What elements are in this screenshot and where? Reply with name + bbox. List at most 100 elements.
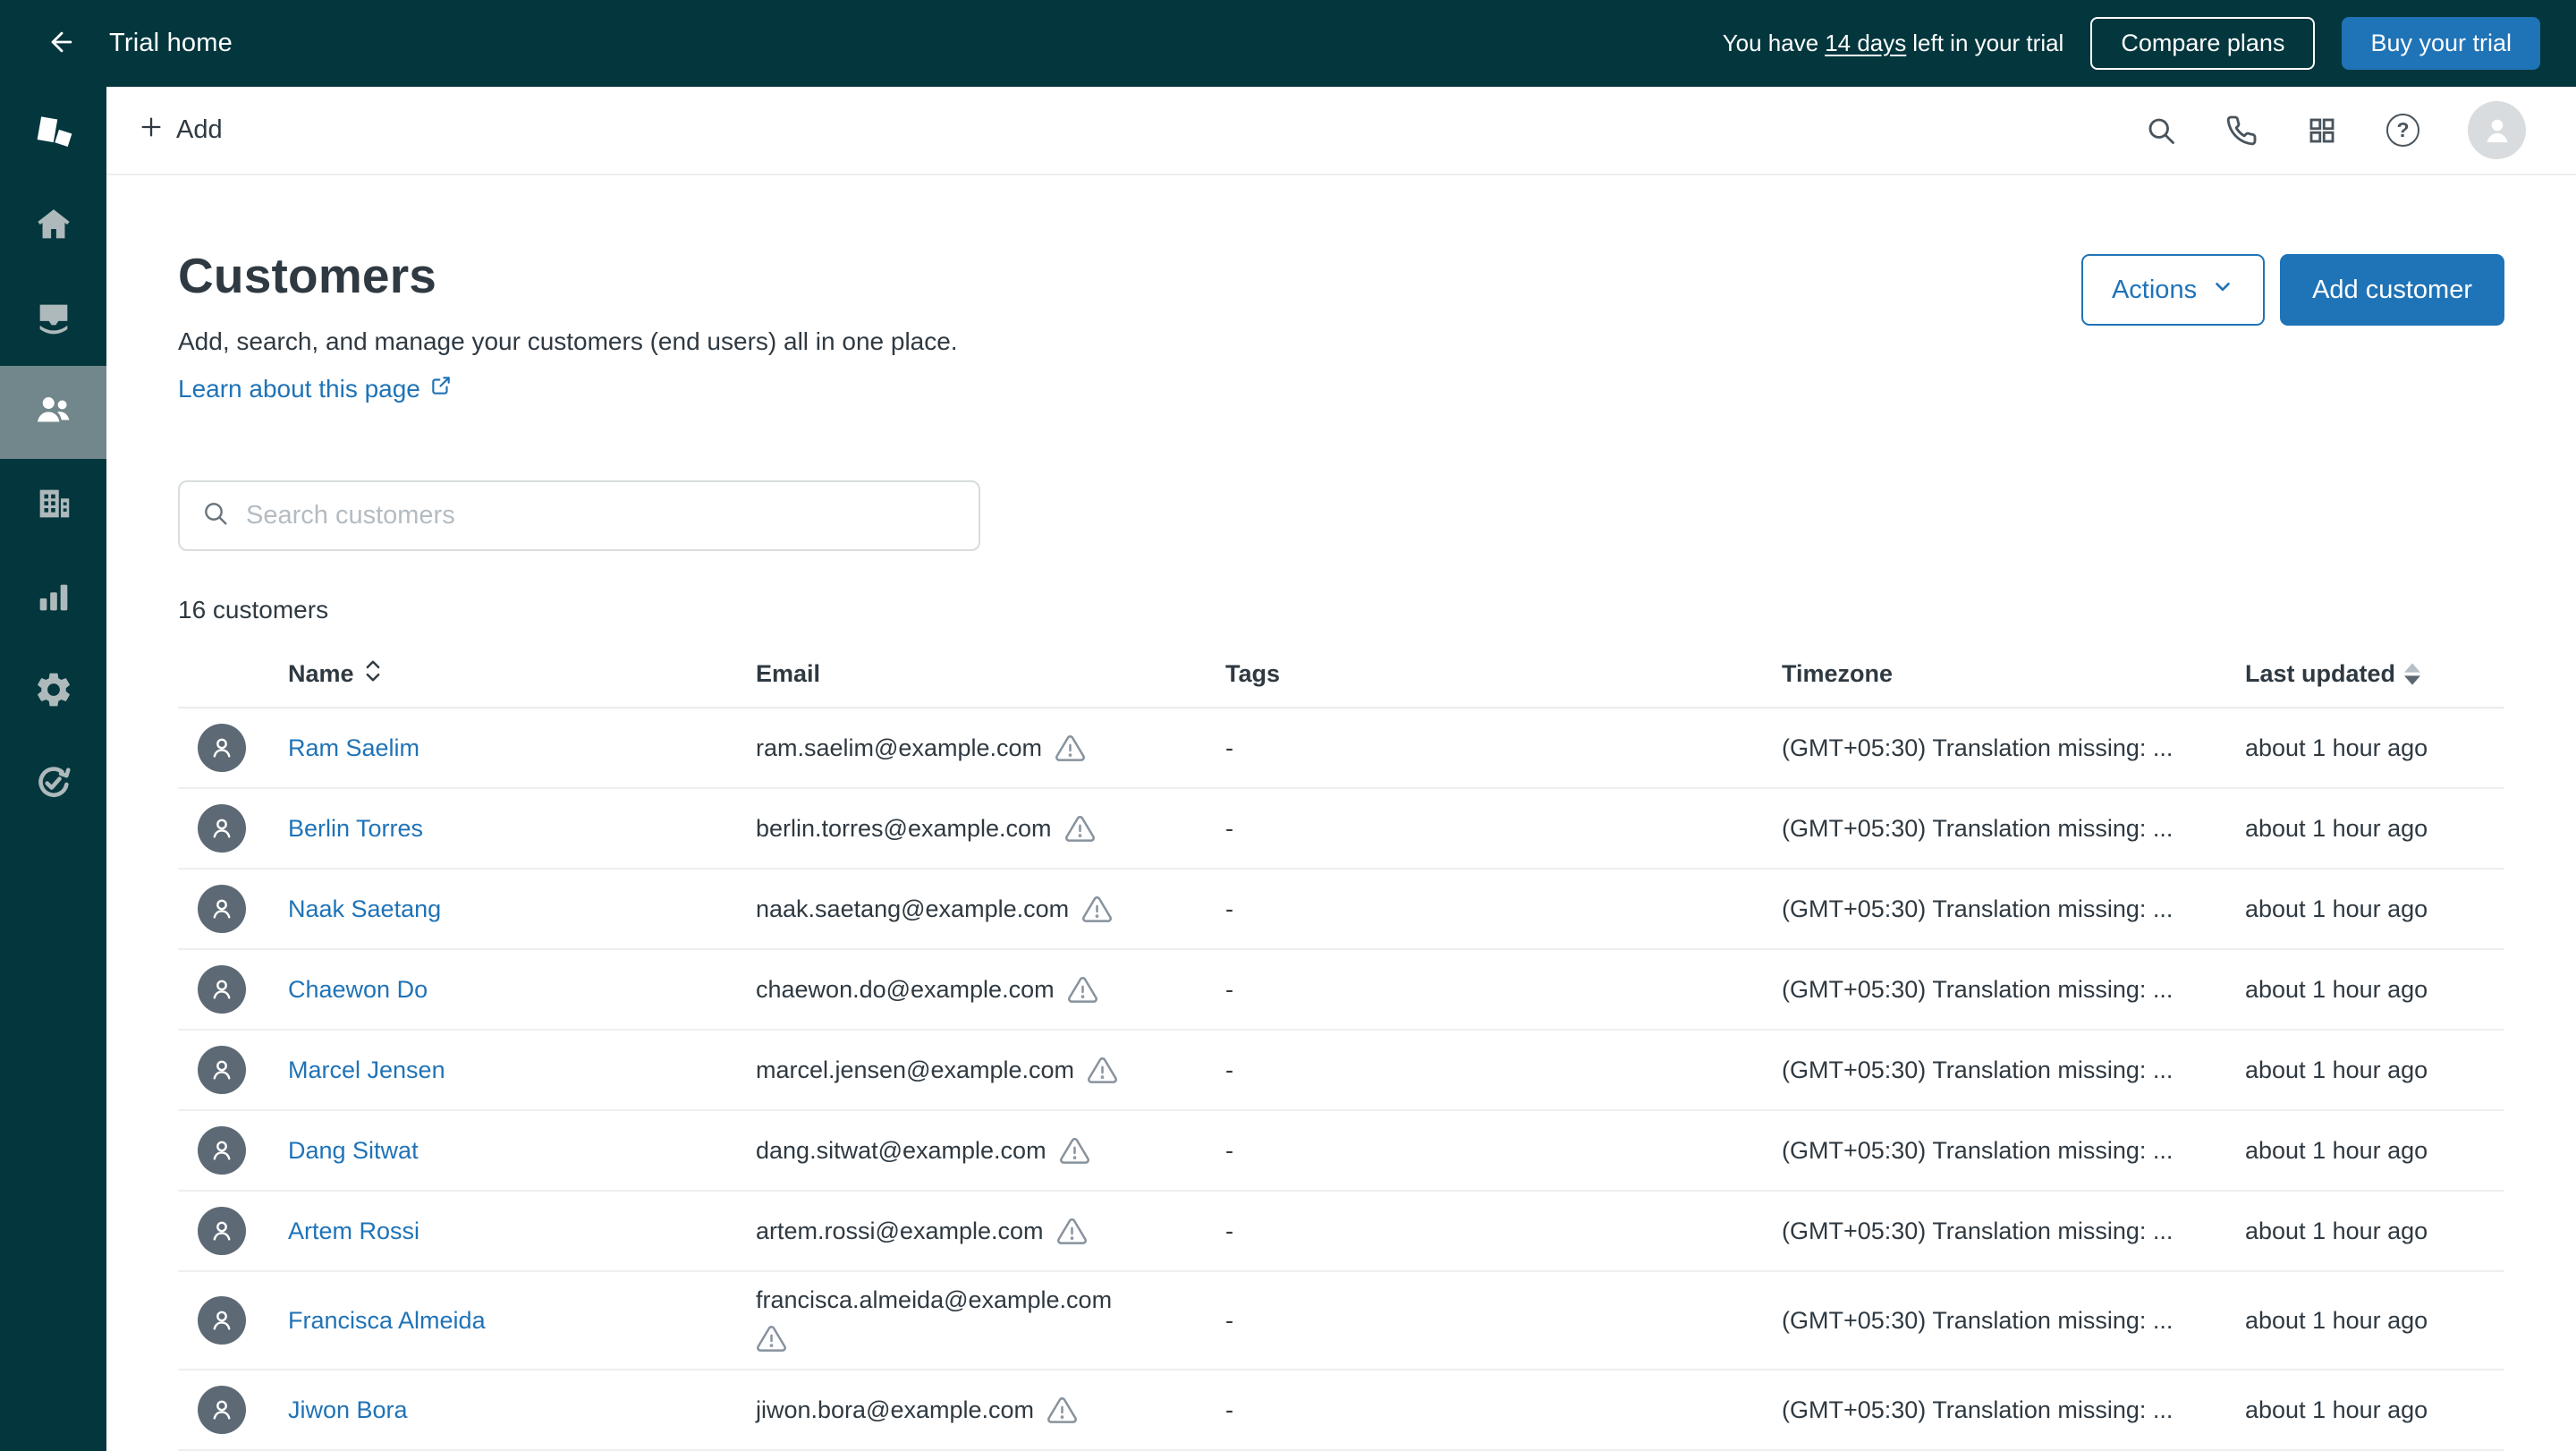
customer-name-link[interactable]: Francisca Almeida [288,1307,486,1334]
customer-email: jiwon.bora@example.com [756,1396,1035,1423]
customer-last-updated: about 1 hour ago [2245,1136,2428,1164]
email-cell: dang.sitwat@example.com [756,1121,1140,1181]
add-button[interactable]: Add [126,106,235,156]
table-header-row: Name Email Tags Timezone Last updated [178,641,2504,709]
email-cell: jiwon.bora@example.com [756,1380,1140,1440]
help-icon[interactable]: ? [2386,114,2419,147]
search-input-icon [201,499,230,532]
customer-avatar-icon [198,1046,246,1094]
add-button-label: Add [176,115,223,144]
user-avatar[interactable] [2468,101,2526,159]
email-cell: artem.rossi@example.com [756,1201,1140,1261]
email-warning-icon[interactable] [1081,894,1113,925]
customer-name-link[interactable]: Marcel Jensen [288,1056,445,1083]
customer-timezone: (GMT+05:30) Translation missing: ... [1782,814,2174,842]
email-warning-icon[interactable] [1046,1395,1078,1426]
avatar-cell [178,965,288,1014]
customer-avatar-icon [198,1296,246,1345]
customer-email: artem.rossi@example.com [756,1217,1044,1244]
trial-days-link[interactable]: 14 days [1825,30,1906,56]
table-row: Naak Saetang naak.saetang@example.com - … [178,870,2504,950]
customer-tags: - [1225,1396,1233,1423]
column-header-timezone-label: Timezone [1782,659,1894,687]
page-subtitle: Add, search, and manage your customers (… [178,327,958,355]
sidebar-item-customers[interactable] [0,366,106,459]
name-cell: Ram Saelim [288,734,756,762]
customer-tags: - [1225,1136,1233,1164]
customer-email: naak.saetang@example.com [756,895,1070,922]
sidebar-item-trial-progress[interactable] [0,738,106,831]
apps-grid-icon[interactable] [2306,115,2338,147]
customer-avatar-icon [198,1207,246,1255]
add-customer-button[interactable]: Add customer [2280,254,2504,326]
search-icon[interactable] [2145,115,2177,147]
learn-about-link[interactable]: Learn about this page [178,374,453,403]
customer-email: ram.saelim@example.com [756,734,1042,761]
avatar-cell [178,724,288,772]
sidebar-item-reporting[interactable] [0,552,106,645]
name-cell: Berlin Torres [288,815,756,843]
email-warning-icon[interactable] [1059,1135,1090,1167]
compare-plans-button[interactable]: Compare plans [2090,17,2316,70]
email-cell: naak.saetang@example.com [756,879,1140,939]
customer-timezone: (GMT+05:30) Translation missing: ... [1782,1217,2174,1244]
product-sidebar [0,87,106,1451]
customer-name-link[interactable]: Ram Saelim [288,734,419,761]
app-toolbar: Add ? [106,87,2576,175]
actions-dropdown-button[interactable]: Actions [2080,254,2266,326]
customer-email: dang.sitwat@example.com [756,1136,1046,1164]
avatar-cell [178,1126,288,1175]
table-row: Artem Rossi artem.rossi@example.com - (G… [178,1192,2504,1272]
back-button[interactable] [47,27,77,60]
reporting-icon [33,576,74,622]
customer-email: chaewon.do@example.com [756,975,1055,1003]
customers-icon [33,390,74,436]
email-warning-icon[interactable] [756,1323,787,1354]
sidebar-item-tickets[interactable] [0,273,106,366]
phone-icon[interactable] [2225,115,2258,147]
customer-name-link[interactable]: Dang Sitwat [288,1137,419,1164]
buy-trial-button[interactable]: Buy your trial [2342,17,2540,70]
customer-last-updated: about 1 hour ago [2245,814,2428,842]
column-header-name[interactable]: Name [288,658,756,691]
email-cell: francisca.almeida@example.com [756,1272,1140,1369]
customer-name-link[interactable]: Berlin Torres [288,815,423,842]
customer-last-updated: about 1 hour ago [2245,1306,2428,1334]
email-warning-icon[interactable] [1067,974,1098,1006]
customer-tags: - [1225,895,1233,922]
customer-name-link[interactable]: Jiwon Bora [288,1396,408,1423]
sidebar-item-organizations[interactable] [0,459,106,552]
search-customers-box [178,480,980,551]
sidebar-item-home[interactable] [0,180,106,273]
trial-text-prefix: You have [1722,30,1819,56]
table-row: Dang Sitwat dang.sitwat@example.com - (G… [178,1111,2504,1192]
sidebar-item-settings[interactable] [0,645,106,738]
email-warning-icon[interactable] [1055,733,1086,764]
customer-name-link[interactable]: Naak Saetang [288,895,441,922]
customer-tags: - [1225,1306,1233,1334]
email-warning-icon[interactable] [1064,813,1096,844]
zendesk-logo [0,87,106,180]
customer-avatar-icon [198,965,246,1014]
search-customers-input[interactable] [246,501,957,530]
customer-tags: - [1225,1217,1233,1244]
customer-last-updated: about 1 hour ago [2245,1217,2428,1244]
email-warning-icon[interactable] [1056,1216,1088,1247]
tickets-icon [33,297,74,343]
settings-icon [33,669,74,715]
trial-countdown-text: You have 14 days left in your trial [1723,30,2064,57]
customer-tags: - [1225,975,1233,1003]
avatar-cell [178,1207,288,1255]
customer-name-link[interactable]: Artem Rossi [288,1218,419,1244]
table-row: Chaewon Do chaewon.do@example.com - (GMT… [178,950,2504,1031]
customers-table: Name Email Tags Timezone Last updated Ra… [178,641,2504,1451]
name-cell: Marcel Jensen [288,1056,756,1084]
page-title: Customers [178,248,437,303]
email-warning-icon[interactable] [1087,1055,1118,1086]
customer-email: marcel.jensen@example.com [756,1056,1075,1083]
sort-chevrons-icon [363,658,383,691]
name-cell: Chaewon Do [288,976,756,1004]
column-header-tags-label: Tags [1225,659,1281,687]
column-header-last-updated[interactable]: Last updated [2245,660,2504,688]
customer-name-link[interactable]: Chaewon Do [288,976,428,1003]
